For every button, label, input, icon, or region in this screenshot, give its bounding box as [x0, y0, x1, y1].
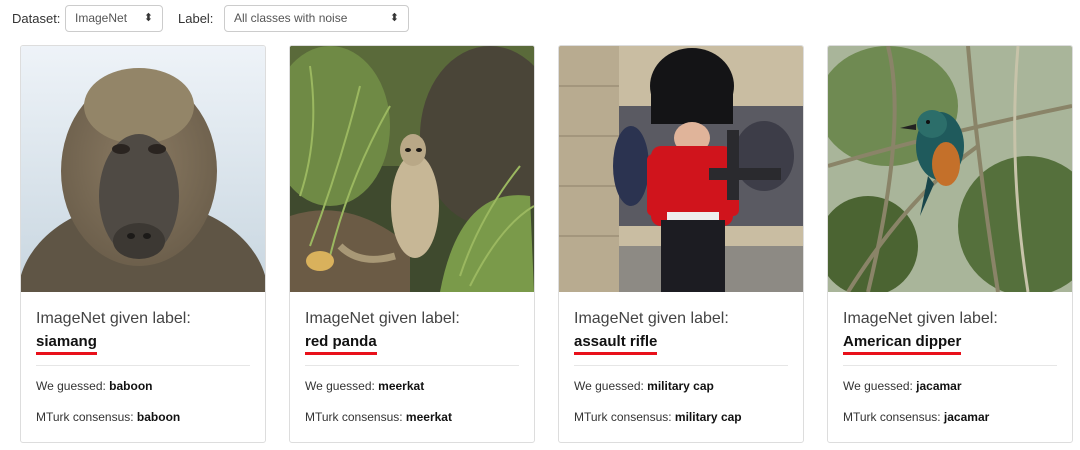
dataset-select-value: ImageNet — [75, 11, 128, 25]
divider — [36, 365, 250, 366]
guess-row: We guessed: baboon — [36, 379, 152, 393]
image-card: ImageNet given label: assault rifle We g… — [558, 45, 804, 443]
guess-prefix: We guessed: — [843, 379, 917, 393]
mturk-prefix: MTurk consensus: — [574, 410, 675, 424]
mturk-prefix: MTurk consensus: — [843, 410, 944, 424]
label-filter-label: Label: — [178, 11, 214, 26]
label-select[interactable]: All classes with noise ⬍ — [224, 5, 409, 32]
guess-row: We guessed: meerkat — [305, 379, 424, 393]
guess-value: meerkat — [378, 379, 425, 393]
royal-guard-photo — [559, 46, 803, 292]
guess-row: We guessed: jacamar — [843, 379, 962, 393]
filter-toolbar: Dataset: ImageNet ⬍ Label: All classes w… — [0, 0, 1080, 40]
mturk-prefix: MTurk consensus: — [305, 410, 406, 424]
kingfisher-bird-photo — [828, 46, 1072, 292]
mturk-row: MTurk consensus: baboon — [36, 410, 180, 424]
image-card: ImageNet given label: American dipper We… — [827, 45, 1073, 443]
given-label-value: siamang — [36, 333, 97, 355]
dataset-label: Dataset: — [12, 11, 61, 26]
mturk-prefix: MTurk consensus: — [36, 410, 137, 424]
given-label-value: assault rifle — [574, 333, 658, 355]
guess-value: jacamar — [916, 379, 962, 393]
select-caret-icon: ⬍ — [143, 12, 153, 24]
given-label-prefix: ImageNet given label: — [843, 310, 998, 327]
mturk-value: baboon — [136, 410, 181, 424]
label-select-value: All classes with noise — [234, 11, 348, 25]
divider — [843, 365, 1057, 366]
image-card: ImageNet given label: siamang We guessed… — [20, 45, 266, 443]
mturk-row: MTurk consensus: jacamar — [843, 410, 989, 424]
given-label-prefix: ImageNet given label: — [36, 310, 191, 327]
guess-value: baboon — [109, 379, 153, 393]
given-label-value: red panda — [305, 333, 377, 355]
dataset-select[interactable]: ImageNet ⬍ — [65, 5, 163, 32]
given-label-prefix: ImageNet given label: — [305, 310, 460, 327]
mturk-value: military cap — [674, 410, 742, 424]
baboon-photo — [21, 46, 265, 292]
mturk-value: meerkat — [405, 410, 452, 424]
given-label-value: American dipper — [843, 333, 962, 355]
divider — [305, 365, 519, 366]
guess-prefix: We guessed: — [574, 379, 648, 393]
select-caret-icon: ⬍ — [389, 12, 399, 24]
divider — [574, 365, 788, 366]
meerkat-photo — [290, 46, 534, 292]
mturk-row: MTurk consensus: military cap — [574, 410, 742, 424]
given-label-prefix: ImageNet given label: — [574, 310, 729, 327]
image-card: ImageNet given label: red panda We guess… — [289, 45, 535, 443]
mturk-value: jacamar — [943, 410, 990, 424]
guess-row: We guessed: military cap — [574, 379, 714, 393]
mturk-row: MTurk consensus: meerkat — [305, 410, 452, 424]
guess-prefix: We guessed: — [36, 379, 110, 393]
guess-prefix: We guessed: — [305, 379, 379, 393]
guess-value: military cap — [647, 379, 714, 393]
